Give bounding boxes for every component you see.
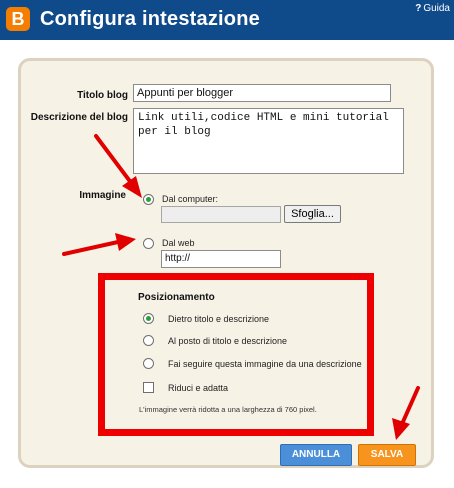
shrink-to-fit-label: Riduci e adatta (168, 383, 229, 393)
position-option-behind-radio[interactable] (143, 313, 154, 324)
position-option-behind-label: Dietro titolo e descrizione (168, 314, 270, 324)
from-web-label: Dal web (162, 238, 195, 248)
page-title: Configura intestazione (40, 8, 260, 30)
help-icon: ? (415, 3, 422, 14)
arrow-to-web-icon (62, 233, 136, 256)
arrow-to-save-icon (392, 386, 420, 440)
from-computer-label: Dal computer: (162, 194, 219, 204)
browse-button[interactable]: Sfoglia... (284, 205, 341, 223)
positioning-title: Posizionamento (138, 292, 215, 303)
image-url-input[interactable]: http:// (161, 250, 281, 268)
shrink-to-fit-checkbox[interactable] (143, 382, 154, 393)
blog-title-input[interactable]: Appunti per blogger (133, 84, 391, 102)
arrow-to-computer-icon (94, 134, 142, 198)
blogger-logo-icon: B (6, 7, 30, 31)
position-option-followed-label: Fai seguire questa immagine da una descr… (168, 359, 362, 369)
position-option-replace-radio[interactable] (143, 335, 154, 346)
blog-description-label: Descrizione del blog (30, 112, 128, 123)
position-option-replace-label: Al posto di titolo e descrizione (168, 336, 288, 346)
header-bar: B Configura intestazione ? Guida (0, 0, 454, 40)
cancel-button[interactable]: ANNULLA (280, 444, 352, 466)
position-option-followed-radio[interactable] (143, 358, 154, 369)
from-web-radio[interactable] (143, 238, 154, 249)
file-path-input[interactable] (161, 206, 281, 223)
help-label: Guida (423, 3, 450, 14)
help-link[interactable]: ? Guida (415, 3, 450, 14)
resize-note: L'immagine verrà ridotta a una larghezza… (139, 405, 317, 414)
save-button[interactable]: SALVA (358, 444, 416, 466)
blog-title-label: Titolo blog (77, 90, 128, 101)
blog-description-textarea[interactable]: Link utili,codice HTML e mini tutorial p… (133, 108, 404, 174)
